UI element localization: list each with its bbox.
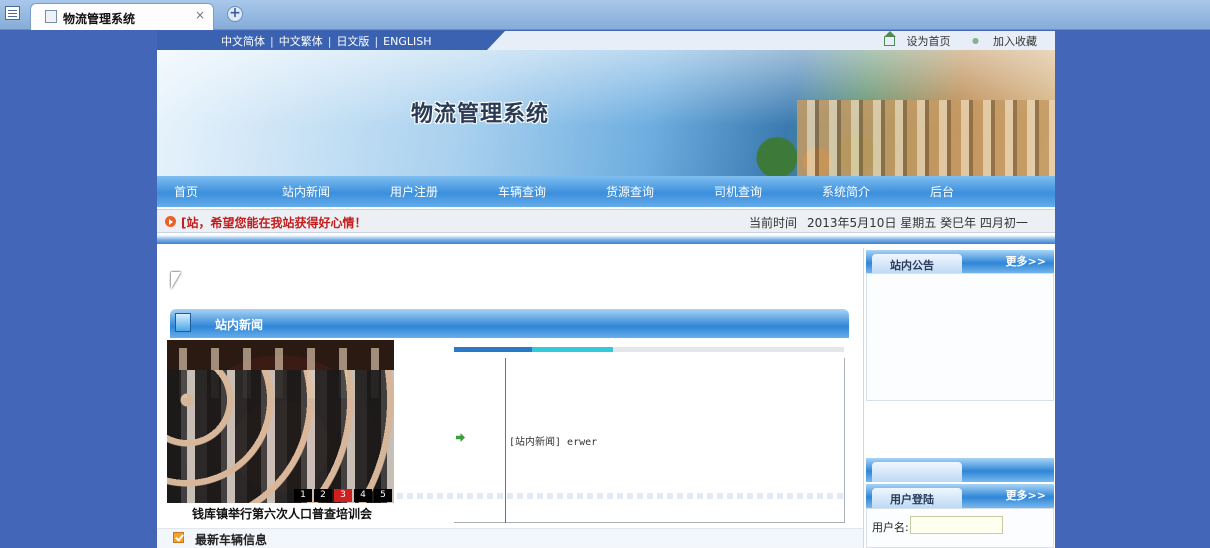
photo-caption[interactable]: 钱库镇举行第六次人口普查培训会 <box>192 505 372 522</box>
nav-news[interactable]: 站内新闻 <box>282 183 330 200</box>
monitor-icon <box>175 313 191 332</box>
news-section-header: 站内新闻 <box>170 309 849 338</box>
browser-tab[interactable]: 物流管理系统 × <box>30 3 214 30</box>
arrow-bullet-icon <box>456 433 465 442</box>
separator: | <box>270 35 274 48</box>
sidebar: 站内公告 更多>> 用户登陆 更多>> 用户名: <box>863 248 1055 548</box>
banner: 物流管理系统 <box>157 50 1055 176</box>
pager-3[interactable]: 3 <box>334 489 352 502</box>
home-icon <box>883 31 896 46</box>
news-photo-slideshow[interactable]: 1 2 3 4 5 <box>167 340 394 503</box>
language-links: 中文简体 | 中文繁体 | 日文版 | ENGLISH <box>221 33 432 49</box>
main-nav: 首页 站内新闻 用户注册 车辆查询 货源查询 司机查询 系统简介 后台 <box>157 176 1055 207</box>
login-title: 用户登陆 <box>890 493 934 506</box>
site-title: 物流管理系统 <box>411 101 550 127</box>
nav-admin[interactable]: 后台 <box>930 183 954 200</box>
login-tab-upper <box>872 462 962 482</box>
dotted-divider <box>397 493 847 499</box>
current-time-value: 2013年5月10日 星期五 癸巳年 四月初一 <box>807 216 1028 230</box>
pager-2[interactable]: 2 <box>314 489 332 502</box>
login-panel-header <box>866 458 1054 482</box>
top-bar: 中文简体 | 中文繁体 | 日文版 | ENGLISH 设为首页 加入收藏 <box>157 31 1055 50</box>
username-label: 用户名: <box>872 521 909 534</box>
nav-vehicle-search[interactable]: 车辆查询 <box>498 183 546 200</box>
separator: | <box>327 35 332 48</box>
current-time-label: 当前时间 <box>749 216 798 230</box>
browser-menu-icon[interactable] <box>5 6 20 20</box>
main-content: 站内新闻 1 2 3 4 5 钱库镇举行第六次人口普查培训会 [站内新闻] er… <box>157 248 863 548</box>
notice-more-link[interactable]: 更多>> <box>1006 253 1046 269</box>
notice-title: 站内公告 <box>890 259 934 272</box>
progress-segment-1 <box>454 347 532 352</box>
separator: | <box>374 35 379 48</box>
top-links: 设为首页 加入收藏 <box>883 31 1037 49</box>
nav-cargo-search[interactable]: 货源查询 <box>606 183 654 200</box>
photo-front-row <box>167 370 394 503</box>
divider-stripe <box>157 235 1055 244</box>
lang-japanese[interactable]: 日文版 <box>336 33 369 49</box>
checkbox-icon <box>173 532 184 543</box>
nav-register[interactable]: 用户注册 <box>390 183 438 200</box>
news-list-item[interactable]: [站内新闻] erwer <box>509 433 597 448</box>
lang-traditional-chinese[interactable]: 中文繁体 <box>279 33 323 49</box>
arrow-right-icon <box>165 216 176 227</box>
vehicle-section-title: 最新车辆信息 <box>195 533 268 547</box>
notice-body <box>866 273 1054 401</box>
login-more-link[interactable]: 更多>> <box>1006 487 1046 503</box>
lang-english[interactable]: ENGLISH <box>383 35 431 48</box>
login-form: 用户名: <box>866 508 1054 548</box>
page-favicon-icon <box>45 10 57 23</box>
mouse-cursor-icon <box>171 272 181 289</box>
new-tab-icon[interactable]: + <box>227 6 243 22</box>
username-field[interactable] <box>910 516 1003 534</box>
web-page: 中文简体 | 中文繁体 | 日文版 | ENGLISH 设为首页 加入收藏 物流管理系统 首… <box>157 31 1055 548</box>
nav-about[interactable]: 系统简介 <box>822 183 870 200</box>
pager-4[interactable]: 4 <box>354 489 372 502</box>
tab-close-icon[interactable]: × <box>195 8 205 22</box>
news-tab-progress <box>454 347 844 352</box>
ticker-bar: [站，希望您能在我站获得好心情！ 当前时间 2013年5月10日 星期五 癸巳年… <box>157 209 1055 233</box>
lang-simplified-chinese[interactable]: 中文简体 <box>221 33 265 49</box>
browser-tab-title: 物流管理系统 <box>63 12 136 26</box>
nav-home[interactable]: 首页 <box>174 183 198 200</box>
pager-5[interactable]: 5 <box>374 489 392 502</box>
login-panel-title-bar: 用户登陆 更多>> <box>866 484 1054 508</box>
news-section-title: 站内新闻 <box>215 318 264 332</box>
favorite-icon <box>970 36 981 46</box>
nav-driver-search[interactable]: 司机查询 <box>714 183 762 200</box>
set-homepage-link[interactable]: 设为首页 <box>907 35 951 48</box>
banner-city-photo <box>797 100 1055 176</box>
pager-1[interactable]: 1 <box>294 489 312 502</box>
progress-segment-2 <box>532 347 613 352</box>
slideshow-pager: 1 2 3 4 5 <box>292 489 392 502</box>
add-favorite-link[interactable]: 加入收藏 <box>993 35 1037 48</box>
vehicle-section-header: 最新车辆信息 <box>157 528 863 548</box>
marquee-message: [站，希望您能在我站获得好心情！ <box>181 216 367 230</box>
browser-tabbar: 物流管理系统 × + <box>0 0 1210 30</box>
language-bar: 中文简体 | 中文繁体 | 日文版 | ENGLISH <box>157 31 505 50</box>
notice-panel-header: 站内公告 更多>> <box>866 250 1054 274</box>
